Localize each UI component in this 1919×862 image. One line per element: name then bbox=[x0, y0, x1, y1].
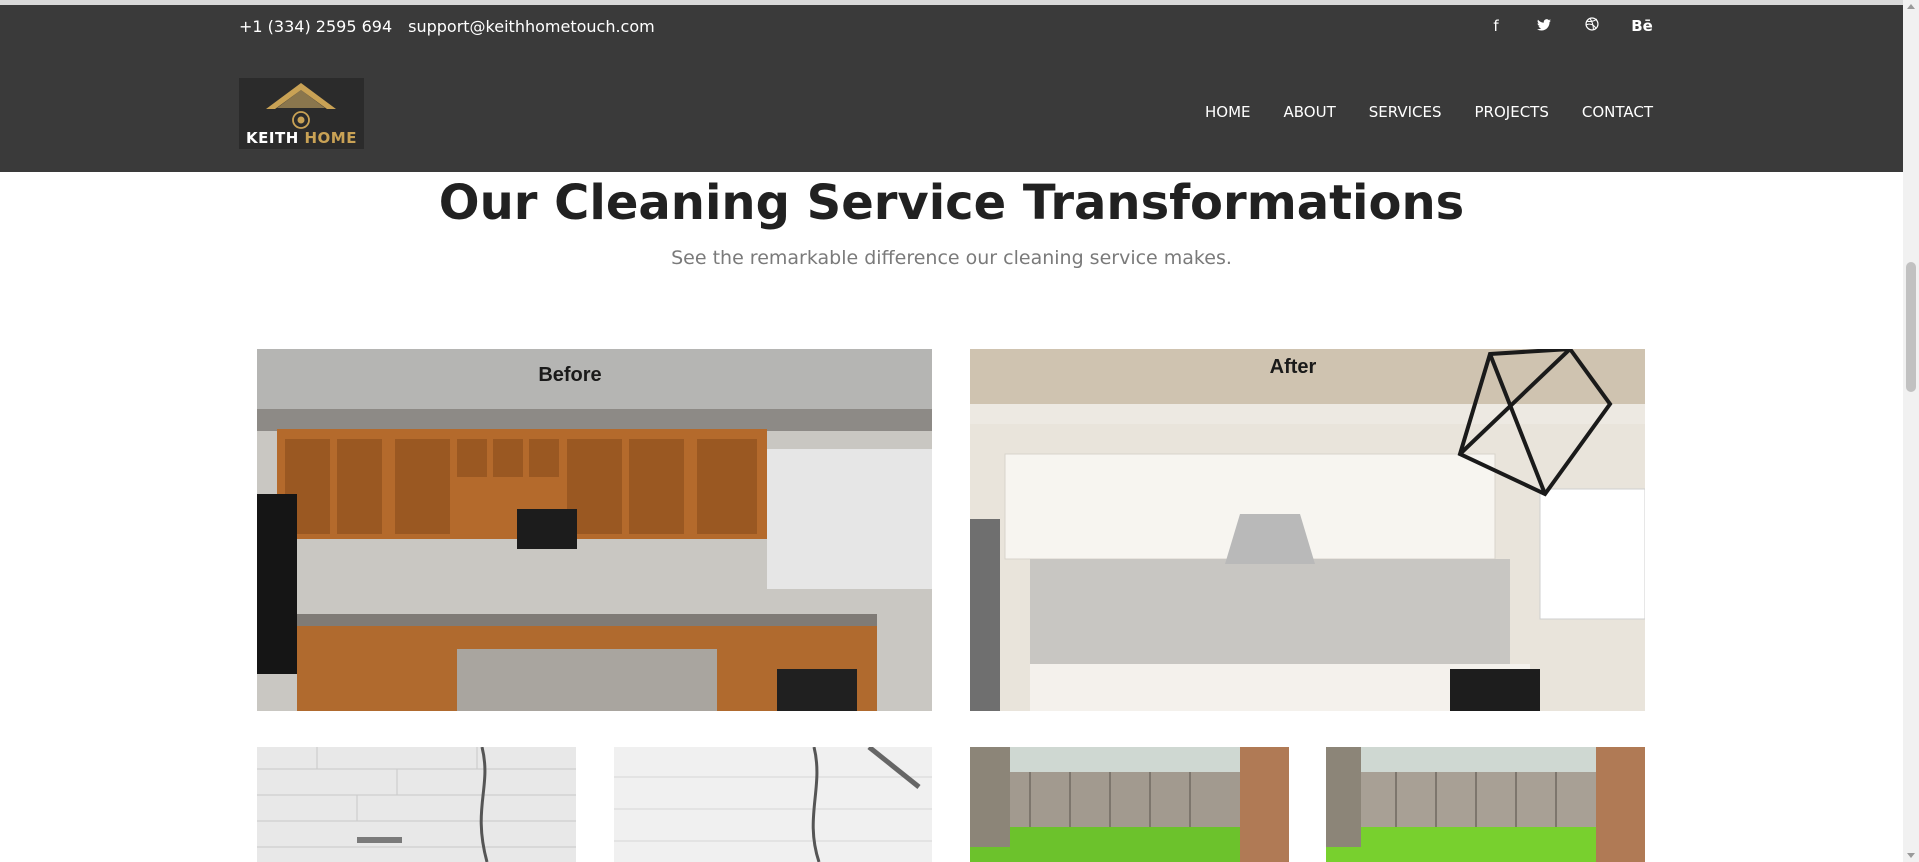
twitter-icon[interactable] bbox=[1535, 17, 1553, 35]
logo-wordmark: KEITH HOME bbox=[239, 129, 364, 147]
after-label: After bbox=[1270, 356, 1317, 378]
before-yard-image[interactable] bbox=[970, 747, 1289, 862]
scroll-down-arrow-icon[interactable] bbox=[1907, 853, 1915, 858]
behance-icon[interactable]: Bē bbox=[1631, 17, 1653, 35]
logo-word-home: HOME bbox=[304, 129, 357, 147]
main-nav: HOME ABOUT SERVICES PROJECTS CONTACT bbox=[1205, 103, 1653, 121]
nav-about[interactable]: ABOUT bbox=[1284, 103, 1336, 121]
nav-home[interactable]: HOME bbox=[1205, 103, 1251, 121]
nav-services[interactable]: SERVICES bbox=[1369, 103, 1442, 121]
logo-word-keith: KEITH bbox=[246, 129, 299, 147]
site-header: +1 (334) 2595 694 support@keithhometouch… bbox=[0, 5, 1903, 172]
page-scrollbar[interactable] bbox=[1903, 0, 1919, 862]
after-kitchen-image[interactable]: After bbox=[970, 349, 1645, 711]
facebook-icon[interactable]: f bbox=[1487, 17, 1505, 35]
nav-projects[interactable]: PROJECTS bbox=[1475, 103, 1549, 121]
before-shower-image[interactable] bbox=[257, 747, 576, 862]
phone-link[interactable]: +1 (334) 2595 694 bbox=[239, 17, 392, 36]
section-subtitle: See the remarkable difference our cleani… bbox=[671, 247, 1232, 269]
section-title: Our Cleaning Service Transformations bbox=[438, 175, 1465, 231]
house-roof-logo-icon bbox=[266, 83, 336, 129]
contact-bar: +1 (334) 2595 694 support@keithhometouch… bbox=[239, 17, 655, 36]
scrollbar-thumb[interactable] bbox=[1906, 262, 1916, 392]
email-link[interactable]: support@keithhometouch.com bbox=[408, 17, 655, 36]
page: +1 (334) 2595 694 support@keithhometouch… bbox=[0, 0, 1919, 862]
after-shower-image[interactable] bbox=[614, 747, 932, 862]
nav-contact[interactable]: CONTACT bbox=[1582, 103, 1653, 121]
after-yard-image[interactable] bbox=[1326, 747, 1645, 862]
dribbble-icon[interactable] bbox=[1583, 17, 1601, 35]
site-logo[interactable]: KEITH HOME bbox=[239, 78, 364, 149]
before-kitchen-image[interactable]: Before bbox=[257, 349, 932, 711]
scroll-up-arrow-icon[interactable] bbox=[1907, 4, 1915, 9]
social-links: f Bē bbox=[1487, 17, 1653, 35]
before-label: Before bbox=[538, 364, 601, 386]
